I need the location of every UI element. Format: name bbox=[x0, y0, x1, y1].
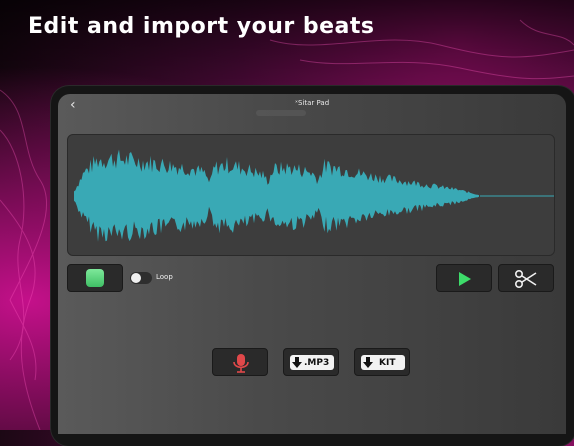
download-arrow-icon bbox=[292, 357, 302, 368]
loop-toggle-knob bbox=[131, 273, 141, 283]
microphone-icon bbox=[233, 354, 249, 373]
play-icon bbox=[459, 272, 471, 286]
scissors-icon bbox=[514, 270, 537, 289]
loop-label: Loop bbox=[156, 273, 173, 281]
waveform-display[interactable] bbox=[67, 134, 555, 256]
record-button[interactable] bbox=[212, 348, 268, 376]
editor-screen: ‹ ˣSitar Pad Loop .MP3 KIT bbox=[58, 94, 566, 434]
pad-color-button[interactable] bbox=[67, 264, 123, 292]
mp3-label: .MP3 bbox=[304, 357, 330, 368]
title-subtext bbox=[256, 110, 306, 116]
play-button[interactable] bbox=[436, 264, 492, 292]
import-mp3-badge: .MP3 bbox=[290, 355, 334, 370]
import-kit-button[interactable]: KIT bbox=[354, 348, 410, 376]
kit-label: KIT bbox=[379, 357, 396, 368]
import-kit-badge: KIT bbox=[361, 355, 405, 370]
loop-toggle[interactable] bbox=[130, 272, 152, 284]
waveform-shape bbox=[74, 149, 479, 242]
download-arrow-icon bbox=[363, 357, 373, 368]
cut-button[interactable] bbox=[498, 264, 554, 292]
screen-title: ˣSitar Pad bbox=[294, 99, 330, 107]
headline: Edit and import your beats bbox=[28, 14, 375, 39]
import-mp3-button[interactable]: .MP3 bbox=[283, 348, 339, 376]
waveform-graphic bbox=[74, 149, 554, 242]
pad-color-swatch bbox=[86, 269, 104, 287]
